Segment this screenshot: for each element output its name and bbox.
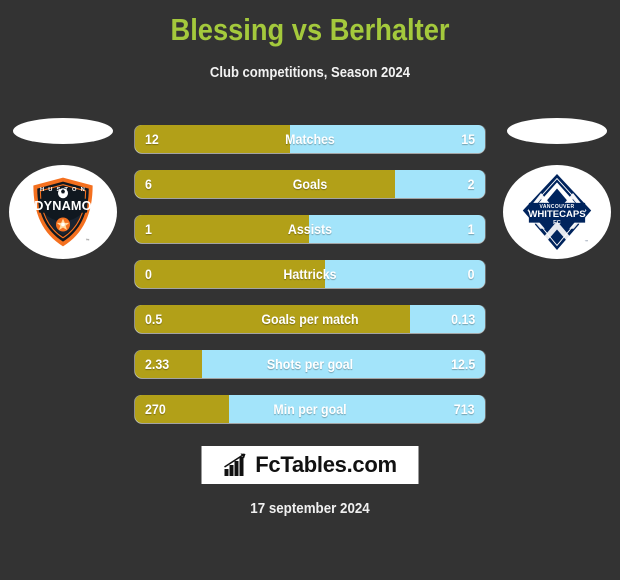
houston-dynamo-logo[interactable]: H U S T O N DYNAMO ™ bbox=[9, 165, 117, 259]
away-team-badge-container[interactable]: VANCOUVER WHITECAPS FC ™ bbox=[502, 118, 612, 268]
stats-comparison-list: 12 Matches 15 6 Goals 2 1 Assists 1 0 Ha… bbox=[135, 125, 485, 423]
page-title: Blessing vs Berhalter bbox=[170, 12, 450, 47]
home-team-badge-container[interactable]: H U S T O N DYNAMO ™ bbox=[8, 118, 118, 268]
away-value-matches: 15 bbox=[461, 131, 475, 147]
home-fill-assists bbox=[135, 215, 309, 243]
badge-decor-ellipse-right bbox=[507, 118, 607, 144]
away-value-hattricks: 0 bbox=[468, 266, 475, 282]
stat-row-goals: 6 Goals 2 bbox=[135, 170, 485, 198]
stat-row-assists: 1 Assists 1 bbox=[135, 215, 485, 243]
away-value-assists: 1 bbox=[468, 221, 475, 237]
svg-text:DYNAMO: DYNAMO bbox=[34, 199, 92, 213]
away-value-goals-per-match: 0.13 bbox=[450, 311, 475, 327]
home-fill-goals-per-match bbox=[135, 305, 411, 333]
away-value-min-per-goal: 713 bbox=[454, 401, 475, 417]
svg-text:WHITECAPS: WHITECAPS bbox=[528, 209, 585, 220]
svg-text:FC: FC bbox=[553, 220, 561, 226]
page-subtitle: Club competitions, Season 2024 bbox=[209, 65, 411, 81]
svg-text:H U S T O N: H U S T O N bbox=[40, 187, 86, 193]
brand-name-text: FcTables.com bbox=[255, 452, 397, 477]
report-date: 17 september 2024 bbox=[250, 501, 370, 517]
svg-text:™: ™ bbox=[86, 238, 90, 243]
home-value-matches: 12 bbox=[145, 131, 159, 147]
home-fill-goals bbox=[135, 170, 396, 198]
away-value-goals: 2 bbox=[468, 176, 475, 192]
badge-decor-ellipse-left bbox=[13, 118, 113, 144]
home-value-goals-per-match: 0.5 bbox=[145, 311, 163, 327]
stat-row-matches: 12 Matches 15 bbox=[135, 125, 485, 153]
stat-row-hattricks: 0 Hattricks 0 bbox=[135, 260, 485, 288]
home-value-goals: 6 bbox=[145, 176, 152, 192]
bar-chart-icon bbox=[223, 453, 246, 476]
home-value-assists: 1 bbox=[145, 221, 152, 237]
stat-row-goals-per-match: 0.5 Goals per match 0.13 bbox=[135, 305, 485, 333]
home-value-hattricks: 0 bbox=[145, 266, 152, 282]
vancouver-whitecaps-logo[interactable]: VANCOUVER WHITECAPS FC ™ bbox=[503, 165, 611, 259]
page-header: Blessing vs Berhalter Club competitions,… bbox=[0, 0, 620, 81]
svg-text:™: ™ bbox=[584, 239, 588, 243]
stat-row-shots-per-goal: 2.33 Shots per goal 12.5 bbox=[135, 350, 485, 378]
home-fill-hattricks bbox=[135, 260, 326, 288]
stat-row-min-per-goal: 270 Min per goal 713 bbox=[135, 395, 485, 423]
fctables-brand-logo[interactable]: FcTables.com bbox=[201, 446, 419, 484]
home-value-shots-per-goal: 2.33 bbox=[145, 356, 170, 372]
home-value-min-per-goal: 270 bbox=[145, 401, 166, 417]
away-value-shots-per-goal: 12.5 bbox=[450, 356, 475, 372]
